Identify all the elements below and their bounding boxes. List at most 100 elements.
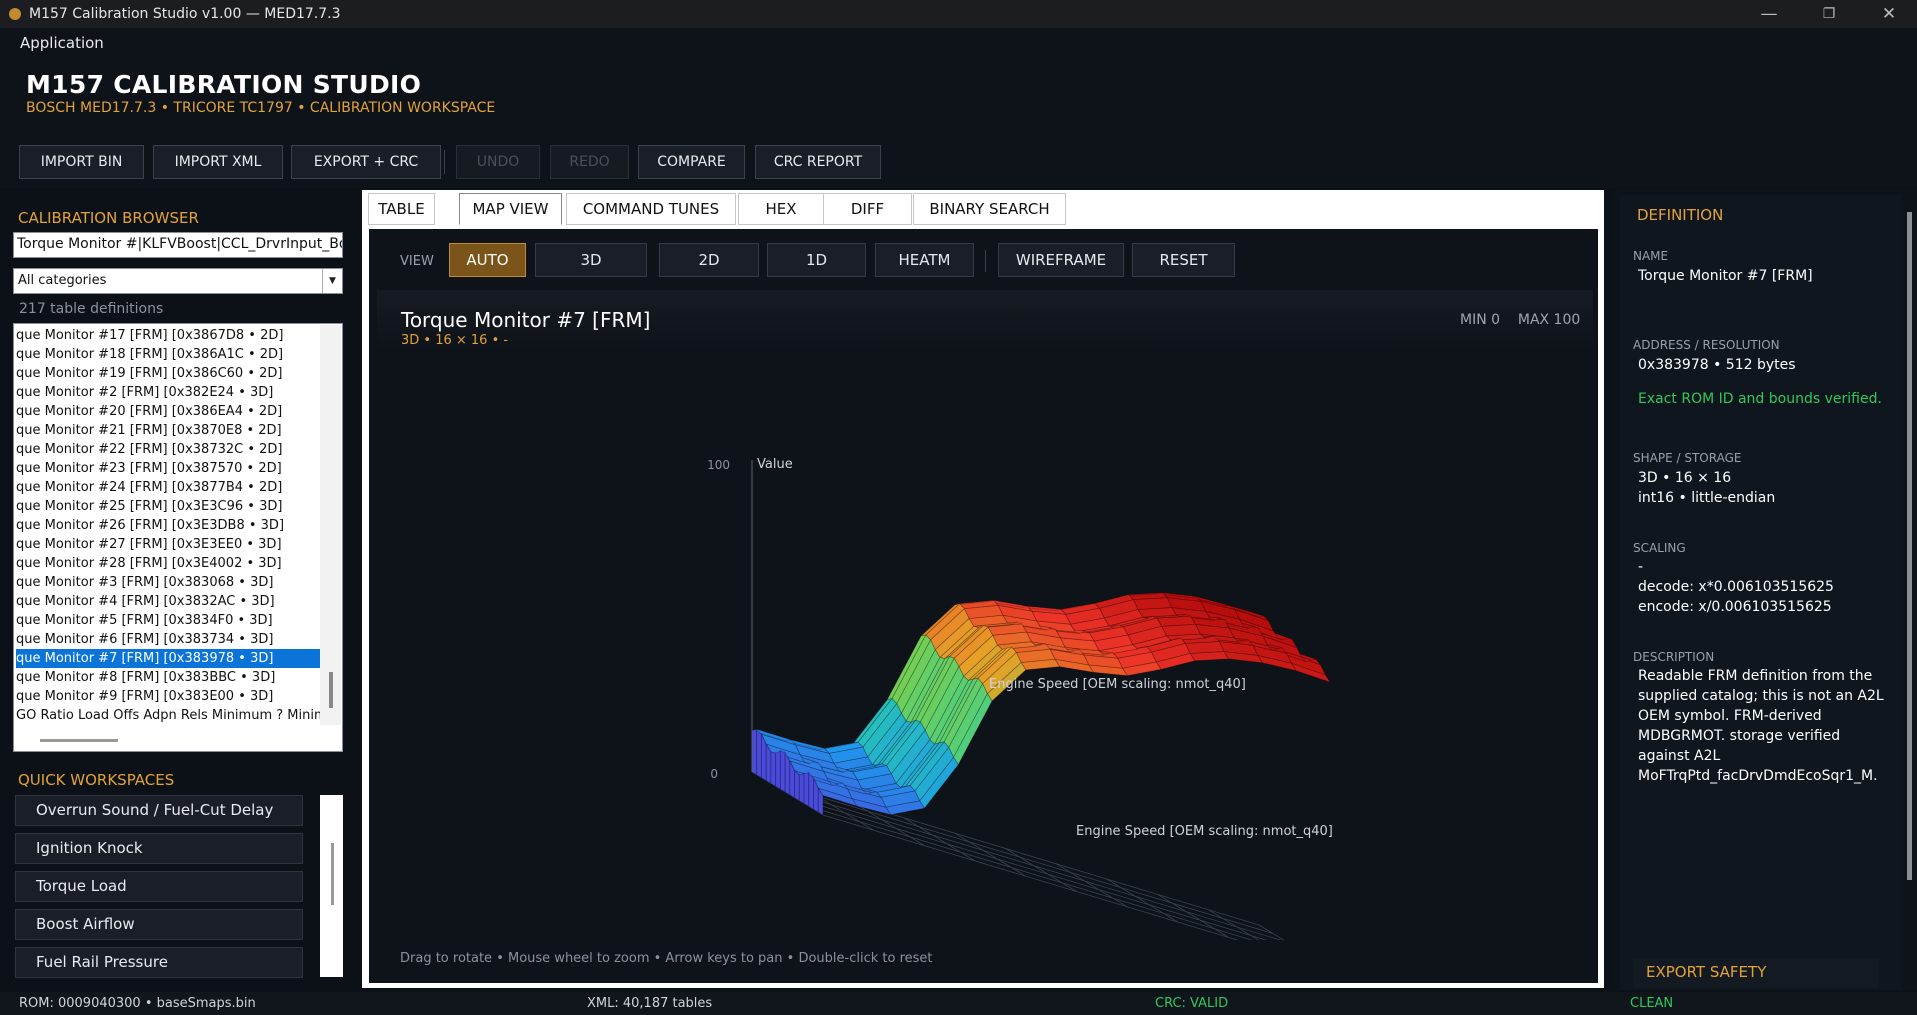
- tab-map-view[interactable]: MAP VIEW: [459, 193, 562, 225]
- quick-workspace-item[interactable]: Boost Airflow: [15, 909, 303, 940]
- view-2d-button[interactable]: 2D: [659, 243, 759, 277]
- list-scrollbar[interactable]: [320, 325, 341, 725]
- list-item[interactable]: que Monitor #9 [FRM] [0x383E00 • 3D]: [16, 687, 321, 706]
- floor-grid-line: [780, 788, 1282, 940]
- chevron-down-icon[interactable]: ▼: [322, 269, 342, 293]
- tab-binary-search[interactable]: BINARY SEARCH: [913, 193, 1066, 225]
- import-xml-button[interactable]: IMPORT XML: [153, 145, 283, 179]
- tab-diff[interactable]: DIFF: [823, 193, 912, 225]
- list-scroll-thumb[interactable]: [329, 672, 333, 708]
- verified-status: Exact ROM ID and bounds verified.: [1638, 391, 1882, 407]
- list-item[interactable]: que Monitor #6 [FRM] [0x383734 • 3D]: [16, 630, 321, 649]
- redo-button[interactable]: REDO: [550, 145, 629, 179]
- definition-scrollbar[interactable]: [1907, 212, 1912, 880]
- crc-report-button[interactable]: CRC REPORT: [755, 145, 881, 179]
- description-line: MoFTrqPtd_facDrvDmdEcoSqr1_M.: [1638, 768, 1878, 784]
- description-line: OEM symbol. FRM-derived: [1638, 708, 1822, 724]
- tab-hex[interactable]: HEX: [738, 193, 824, 225]
- view-label: VIEW: [400, 254, 434, 269]
- menu-application[interactable]: Application: [20, 34, 104, 52]
- view-1d-button[interactable]: 1D: [767, 243, 866, 277]
- scaling-decode: decode: x*0.006103515625: [1638, 579, 1834, 595]
- surface-plot[interactable]: 100 0 Value Engine Speed [OEM scaling: n…: [377, 290, 1593, 940]
- search-input[interactable]: Torque Monitor #|KLFVBoost|CCL_DrvrInput…: [13, 232, 343, 258]
- plot-min: MIN 0: [1460, 312, 1501, 328]
- list-item[interactable]: que Monitor #20 [FRM] [0x386EA4 • 2D]: [16, 402, 321, 421]
- quick-workspace-scroll-thumb[interactable]: [331, 843, 334, 905]
- surface-skirt: [775, 750, 781, 791]
- undo-button[interactable]: UNDO: [456, 145, 540, 179]
- status-xml: XML: 40,187 tables: [587, 996, 713, 1011]
- status-bar: ROM: 0009040300 • baseSmaps.bin XML: 40,…: [0, 992, 1917, 1015]
- list-item[interactable]: que Monitor #8 [FRM] [0x383BBC • 3D]: [16, 668, 321, 687]
- surface-mesh: [750, 592, 1331, 816]
- list-item[interactable]: que Monitor #19 [FRM] [0x386C60 • 2D]: [16, 364, 321, 383]
- view-divider: [985, 250, 986, 272]
- list-item[interactable]: GO Ratio Load Offs Adpn Rels Minimum ? M…: [16, 706, 321, 725]
- category-select[interactable]: All categories ▼: [13, 268, 343, 294]
- quick-workspace-item[interactable]: Overrun Sound / Fuel-Cut Delay: [15, 795, 303, 826]
- z-tick-max: 100: [707, 458, 730, 472]
- list-item[interactable]: que Monitor #18 [FRM] [0x386A1C • 2D]: [16, 345, 321, 364]
- list-item[interactable]: que Monitor #3 [FRM] [0x383068 • 3D]: [16, 573, 321, 592]
- tab-table[interactable]: TABLE: [368, 193, 435, 225]
- plot-title: Torque Monitor #7 [FRM]: [401, 308, 651, 332]
- window-title: M157 Calibration Studio v1.00 — MED17.7.…: [29, 6, 341, 22]
- x-axis-label: Engine Speed [OEM scaling: nmot_q40]: [989, 677, 1246, 692]
- quick-workspaces-title: QUICK WORKSPACES: [18, 771, 175, 789]
- close-icon[interactable]: ✕: [1859, 0, 1917, 28]
- shape-label: SHAPE / STORAGE: [1633, 451, 1742, 465]
- list-item[interactable]: que Monitor #17 [FRM] [0x3867D8 • 2D]: [16, 326, 321, 345]
- list-item[interactable]: que Monitor #2 [FRM] [0x382E24 • 3D]: [16, 383, 321, 402]
- view-heatm-button[interactable]: HEATM: [875, 243, 974, 277]
- status-crc: CRC: VALID: [1155, 996, 1229, 1011]
- tab-command-tunes[interactable]: COMMAND TUNES: [566, 193, 736, 225]
- address-label: ADDRESS / RESOLUTION: [1633, 338, 1780, 352]
- list-item[interactable]: que Monitor #22 [FRM] [0x38732C • 2D]: [16, 440, 321, 459]
- description-line: supplied catalog; this is not an A2L: [1638, 688, 1884, 704]
- list-item[interactable]: que Monitor #27 [FRM] [0x3E3EE0 • 3D]: [16, 535, 321, 554]
- list-item[interactable]: que Monitor #25 [FRM] [0x3E3C96 • 3D]: [16, 497, 321, 516]
- export-crc-button[interactable]: EXPORT + CRC: [291, 145, 441, 179]
- name-label: NAME: [1633, 249, 1669, 263]
- table-count: 217 table definitions: [19, 301, 164, 317]
- toolbar-divider: [444, 150, 445, 174]
- list-item[interactable]: que Monitor #7 [FRM] [0x383978 • 3D]: [16, 649, 321, 668]
- plot-range: MIN 0 MAX 100: [1460, 312, 1580, 328]
- surface-skirt: [784, 750, 791, 796]
- menu-bar: Application: [0, 28, 1917, 58]
- import-bin-button[interactable]: IMPORT BIN: [19, 145, 144, 179]
- list-item[interactable]: que Monitor #4 [FRM] [0x3832AC • 3D]: [16, 592, 321, 611]
- quick-workspace-item[interactable]: Fuel Rail Pressure: [15, 947, 303, 978]
- list-item[interactable]: que Monitor #28 [FRM] [0x3E4002 • 3D]: [16, 554, 321, 573]
- list-item[interactable]: que Monitor #5 [FRM] [0x3834F0 • 3D]: [16, 611, 321, 630]
- list-item[interactable]: que Monitor #26 [FRM] [0x3E3DB8 • 3D]: [16, 516, 321, 535]
- list-item[interactable]: que Monitor #23 [FRM] [0x387570 • 2D]: [16, 459, 321, 478]
- surface-skirt: [779, 750, 786, 793]
- list-item[interactable]: que Monitor #24 [FRM] [0x3877B4 • 2D]: [16, 478, 321, 497]
- plot-subtitle: 3D • 16 × 16 • -: [401, 333, 509, 348]
- list-horizontal-scroll-thumb[interactable]: [40, 739, 118, 742]
- restore-icon[interactable]: ❐: [1799, 0, 1859, 28]
- quick-workspace-item[interactable]: Torque Load: [15, 871, 303, 902]
- view-3d-button[interactable]: 3D: [535, 243, 647, 277]
- list-item[interactable]: que Monitor #21 [FRM] [0x3870E8 • 2D]: [16, 421, 321, 440]
- view-auto-button[interactable]: AUTO: [449, 243, 526, 277]
- description-line: Readable FRM definition from the: [1638, 668, 1873, 684]
- compare-button[interactable]: COMPARE: [638, 145, 745, 179]
- calibration-browser-title: CALIBRATION BROWSER: [18, 209, 199, 227]
- z-tick-min: 0: [710, 767, 718, 781]
- reset-view-button[interactable]: RESET: [1132, 243, 1235, 277]
- definition-title: DEFINITION: [1637, 206, 1724, 224]
- app-logo-icon: [9, 8, 21, 20]
- quick-workspace-item[interactable]: Ignition Knock: [15, 833, 303, 864]
- calibration-list[interactable]: que Monitor #17 [FRM] [0x3867D8 • 2D] que…: [13, 323, 343, 752]
- plot-max: MAX 100: [1517, 312, 1581, 328]
- description-line: against A2L: [1638, 748, 1721, 764]
- definition-shape: 3D • 16 × 16: [1638, 470, 1732, 486]
- app-title: M157 CALIBRATION STUDIO: [26, 70, 422, 99]
- minimize-icon[interactable]: —: [1739, 0, 1799, 28]
- wireframe-button[interactable]: WIREFRAME: [998, 243, 1124, 277]
- surface-skirt: [798, 772, 805, 805]
- export-safety-section[interactable]: EXPORT SAFETY: [1633, 958, 1879, 988]
